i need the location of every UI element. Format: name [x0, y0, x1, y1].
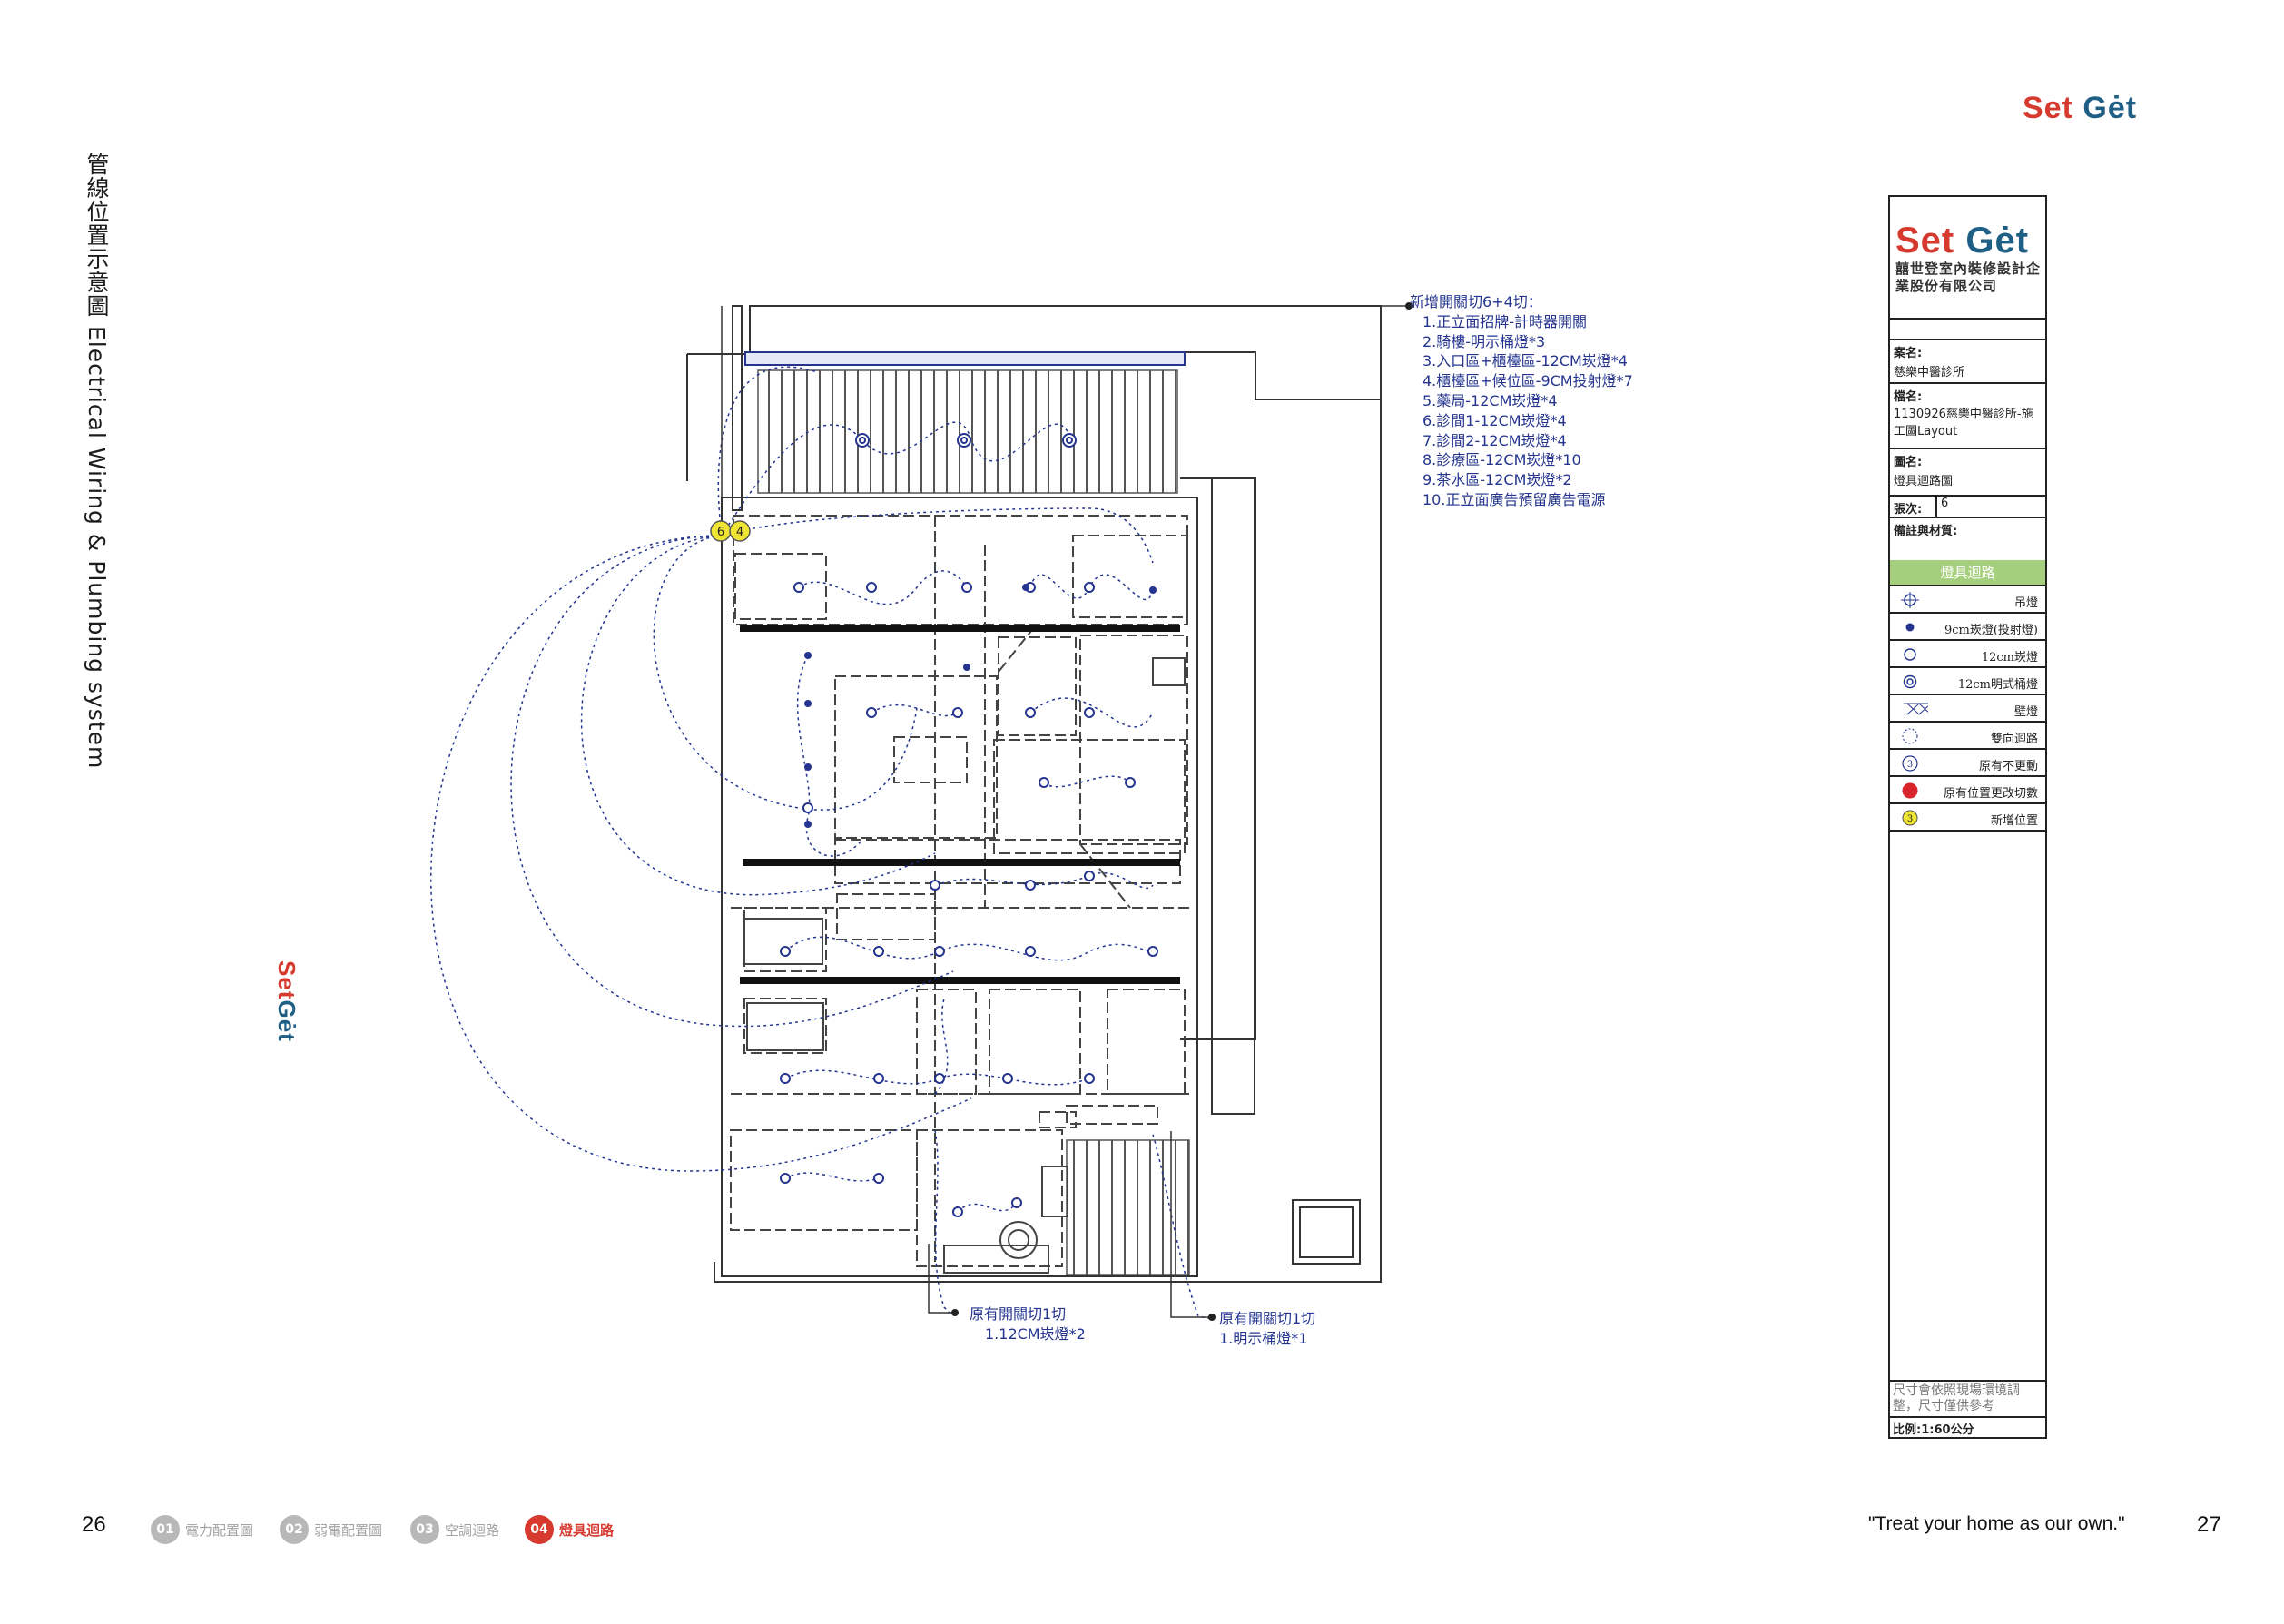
legend-row: 12cm明式桶燈 [1890, 668, 2045, 695]
sheet-cell: 張次: 6 [1890, 497, 2045, 518]
svg-text:3: 3 [1907, 814, 1913, 824]
tab-label: 電力配置圖 [185, 1521, 254, 1539]
can-light-12cm-icon [1903, 674, 1917, 689]
pendant-lamp-icon [1901, 592, 1919, 608]
tab-power-layout[interactable]: 01 電力配置圖 [151, 1515, 253, 1544]
callout-right-line1: 原有開關切1切 [1219, 1310, 1316, 1327]
signboard [744, 351, 1186, 366]
callout-left-line1: 原有開關切1切 [970, 1305, 1067, 1323]
slogan: "Treat your home as our own." [1868, 1513, 2125, 1534]
scale-cell: 比例:1:60公分 [1890, 1418, 2045, 1437]
legend-label: 原有不更動 [1978, 760, 2038, 773]
legend-row: 壁燈 [1890, 695, 2045, 723]
wall-lamp-icon [1904, 703, 1928, 715]
notes-heading: 新增開關切6+4切： [1410, 293, 1542, 310]
legend-row: 原有位置更改切數 [1890, 777, 2045, 804]
file-value: 1130926慈樂中醫診所-施工圖Layout [1894, 408, 2033, 438]
legend-row: 吊燈 [1890, 586, 2045, 614]
title-block: Set Gėt 囍世登室內裝修設計企業股份有限公司 案名: 慈樂中醫診所 檔名:… [1888, 195, 2047, 1439]
legend-label: 12cm崁燈 [1981, 651, 2038, 664]
tb-logo-get: Gėt [1965, 221, 2030, 261]
legend-label: 新增位置 [1990, 814, 2038, 828]
marker-a: 6 [717, 526, 724, 539]
callout-existing-switch-right: 原有開關切1切 1.明示桶燈*1 [1219, 1309, 1315, 1349]
switch-notes: 新增開關切6+4切： 1.正立面招牌-計時器開關 2.騎樓-明示桶燈*3 3.入… [1410, 292, 1633, 510]
drawing-value: 燈具迴路圖 [1894, 475, 1954, 488]
legend-title: 燈具迴路 [1890, 560, 2045, 586]
file-label: 檔名: [1894, 390, 1923, 404]
note-item: 8.診療區-12CM崁燈*10 [1423, 451, 1581, 469]
tab-label: 燈具迴路 [559, 1521, 615, 1539]
scale-text: 比例:1:60公分 [1893, 1423, 1974, 1437]
drawing-cell: 圖名: 燈具迴路圖 [1890, 449, 2045, 497]
legend-label: 原有位置更改切數 [1943, 787, 2038, 801]
svg-text:3: 3 [1907, 760, 1913, 770]
project-cell: 案名: 慈樂中醫診所 [1890, 339, 2045, 384]
legend-label: 壁燈 [2013, 705, 2038, 719]
page-number-left: 26 [82, 1512, 106, 1537]
spot-9cm-icon [1905, 623, 1915, 632]
page-number-right: 27 [2197, 1512, 2221, 1537]
note-item: 6.診間1-12CM崁燈*4 [1423, 411, 1567, 429]
marker-b: 4 [736, 526, 743, 539]
remark-label: 備註與材質: [1894, 525, 1958, 538]
remark-cell: 備註與材質: [1890, 518, 2045, 558]
downlight-12cm-icon [1904, 648, 1916, 661]
legend-row: 12cm崁燈 [1890, 641, 2045, 668]
note-item: 9.茶水區-12CM崁燈*2 [1423, 471, 1572, 489]
note-item: 2.騎樓-明示桶燈*3 [1423, 332, 1546, 350]
legend-label: 吊燈 [2013, 596, 2038, 610]
spotlights-9cm [804, 584, 1157, 828]
legend-row: 3 原有不更動 [1890, 750, 2045, 777]
tb-logo-set: Set [1895, 221, 1955, 261]
disclaimer-cell: 尺寸會依照現場環境調整，尺寸僅供參考 [1890, 1380, 2045, 1418]
legend-row: 雙向迴路 [1890, 723, 2045, 750]
callout-right-line2: 1.明示桶燈*1 [1219, 1330, 1308, 1347]
existing-unchanged-icon: 3 [1902, 755, 1918, 772]
tab-label: 弱電配置圖 [314, 1521, 383, 1539]
legend-label: 9cm崁燈(投射燈) [1944, 624, 2038, 637]
callout-left-line2: 1.12CM崁燈*2 [985, 1325, 1086, 1343]
callout-existing-switch-left: 原有開關切1切 1.12CM崁燈*2 [970, 1304, 1086, 1344]
project-label: 案名: [1894, 347, 1923, 360]
tab-lighting-circuit[interactable]: 04 燈具迴路 [525, 1515, 614, 1544]
disclaimer-text: 尺寸會依照現場環境調整，尺寸僅供參考 [1893, 1383, 2020, 1413]
tab-badge: 03 [410, 1515, 439, 1544]
sheet-label: 張次: [1894, 503, 1923, 517]
company-name: 囍世登室內裝修設計企業股份有限公司 [1895, 261, 2042, 294]
tab-label: 空調迴路 [445, 1521, 500, 1539]
legend-row: 3 新增位置 [1890, 804, 2045, 832]
tab-low-voltage-layout[interactable]: 02 弱電配置圖 [280, 1515, 382, 1544]
two-way-circuit-icon [1902, 728, 1918, 744]
note-item: 7.診間2-12CM崁燈*4 [1423, 431, 1567, 449]
tab-badge: 04 [525, 1515, 554, 1544]
tab-hvac-circuit[interactable]: 03 空調迴路 [410, 1515, 499, 1544]
sheet-value: 6 [1935, 497, 1948, 517]
legend-label: 12cm明式桶燈 [1957, 678, 2038, 692]
note-item: 5.藥局-12CM崁燈*4 [1423, 391, 1558, 409]
tab-badge: 01 [151, 1515, 180, 1544]
note-item: 3.入口區+櫃檯區-12CM崁燈*4 [1423, 352, 1628, 370]
note-item: 1.正立面招牌-計時器開關 [1423, 312, 1588, 330]
file-cell: 檔名: 1130926慈樂中醫診所-施工圖Layout [1890, 384, 2045, 449]
title-block-logo: Set Gėt 囍世登室內裝修設計企業股份有限公司 [1890, 197, 2045, 320]
existing-relocated-icon [1902, 782, 1918, 799]
tb-logo: Set Gėt [1895, 221, 2045, 261]
tab-badge: 02 [280, 1515, 309, 1544]
drawing-label: 圖名: [1894, 456, 1923, 469]
note-item: 10.正立面廣告預留廣告電源 [1423, 490, 1606, 508]
project-value: 慈樂中醫診所 [1894, 366, 1965, 379]
legend-label: 雙向迴路 [1990, 733, 2038, 746]
legend-row: 9cm崁燈(投射燈) [1890, 614, 2045, 641]
note-item: 4.櫃檯區+候位區-9CM投射燈*7 [1423, 372, 1633, 390]
new-position-icon: 3 [1902, 810, 1918, 826]
